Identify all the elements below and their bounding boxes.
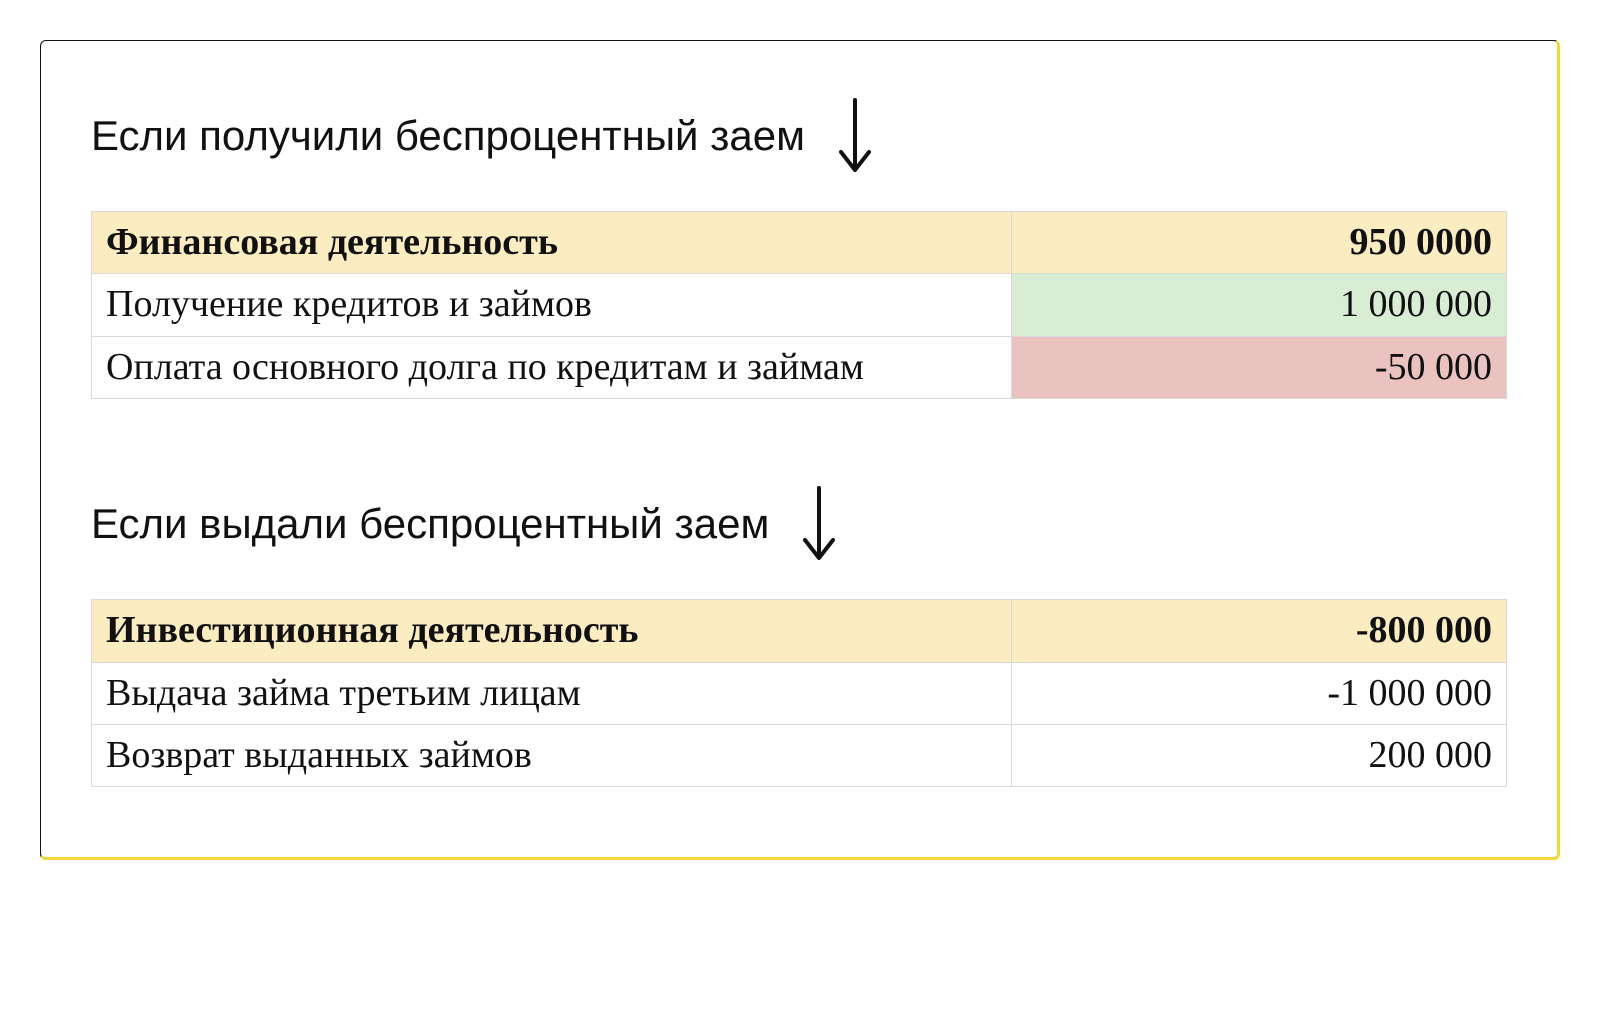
arrow-down-icon bbox=[835, 96, 875, 176]
section-heading-1: Если получили беспроцентный заем bbox=[91, 96, 1507, 176]
table-row: Получение кредитов и займов 1 000 000 bbox=[92, 274, 1507, 336]
table-investment-activity: Инвестиционная деятельность -800 000 Выд… bbox=[91, 599, 1507, 787]
header-label: Финансовая деятельность bbox=[92, 212, 1012, 274]
row-label: Получение кредитов и займов bbox=[92, 274, 1012, 336]
row-value: -1 000 000 bbox=[1011, 662, 1506, 724]
table-row: Выдача займа третьим лицам -1 000 000 bbox=[92, 662, 1507, 724]
header-value: -800 000 bbox=[1011, 600, 1506, 662]
row-value: -50 000 bbox=[1011, 336, 1506, 398]
table-row: Оплата основного долга по кредитам и зай… bbox=[92, 336, 1507, 398]
row-label: Выдача займа третьим лицам bbox=[92, 662, 1012, 724]
section-heading-2-text: Если выдали беспроцентный заем bbox=[91, 500, 769, 548]
section-heading-2: Если выдали беспроцентный заем bbox=[91, 484, 1507, 564]
header-label: Инвестиционная деятельность bbox=[92, 600, 1012, 662]
table-header-row: Инвестиционная деятельность -800 000 bbox=[92, 600, 1507, 662]
table-row: Возврат выданных займов 200 000 bbox=[92, 724, 1507, 786]
table-header-row: Финансовая деятельность 950 0000 bbox=[92, 212, 1507, 274]
row-value: 1 000 000 bbox=[1011, 274, 1506, 336]
section-heading-1-text: Если получили беспроцентный заем bbox=[91, 112, 805, 160]
arrow-down-icon bbox=[799, 484, 839, 564]
row-label: Оплата основного долга по кредитам и зай… bbox=[92, 336, 1012, 398]
header-value: 950 0000 bbox=[1011, 212, 1506, 274]
document-card: Если получили беспроцентный заем Финансо… bbox=[40, 40, 1560, 860]
table-financial-activity: Финансовая деятельность 950 0000 Получен… bbox=[91, 211, 1507, 399]
row-value: 200 000 bbox=[1011, 724, 1506, 786]
row-label: Возврат выданных займов bbox=[92, 724, 1012, 786]
